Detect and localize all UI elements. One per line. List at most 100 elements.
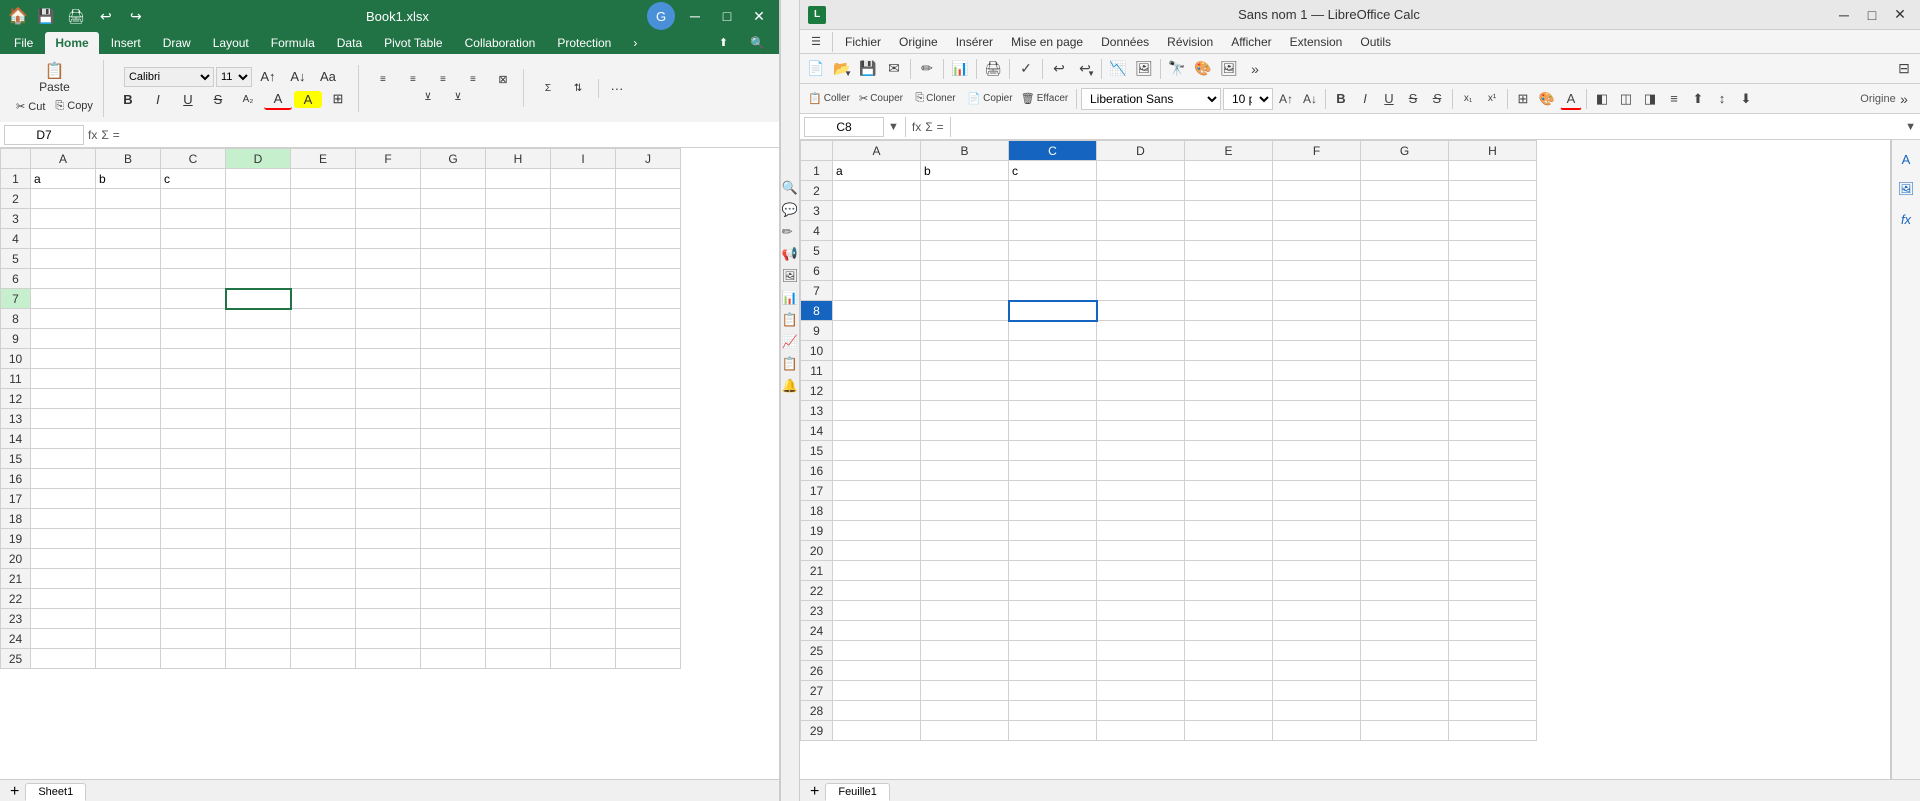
lo-sidebar-toggle-btn[interactable]: ⊟ (1892, 57, 1916, 81)
lo-cell-D12[interactable] (1097, 381, 1185, 401)
excel-cell-E20[interactable] (291, 549, 356, 569)
lo-cell-E23[interactable] (1185, 601, 1273, 621)
lo-cell-C17[interactable] (1009, 481, 1097, 501)
excel-cell-J22[interactable] (616, 589, 681, 609)
lo-cell-G29[interactable] (1361, 721, 1449, 741)
excel-cell-C1[interactable]: c (161, 169, 226, 189)
excel-col-J[interactable]: J (616, 149, 681, 169)
excel-cell-J8[interactable] (616, 309, 681, 329)
excel-cell-A5[interactable] (31, 249, 96, 269)
excel-cell-I22[interactable] (551, 589, 616, 609)
excel-cell-D19[interactable] (226, 529, 291, 549)
left-sidebar-icon7[interactable]: 📋 (782, 312, 799, 328)
lo-cell-G21[interactable] (1361, 561, 1449, 581)
excel-col-D[interactable]: D (226, 149, 291, 169)
lo-cell-F11[interactable] (1273, 361, 1361, 381)
lo-cell-G3[interactable] (1361, 201, 1449, 221)
lo-name-box-arrow[interactable]: ▼ (888, 121, 899, 133)
lo-cell-B21[interactable] (921, 561, 1009, 581)
lo-cell-H22[interactable] (1449, 581, 1537, 601)
excel-cell-D13[interactable] (226, 409, 291, 429)
lo-cell-C21[interactable] (1009, 561, 1097, 581)
lo-format-more-btn[interactable]: » (1892, 87, 1916, 111)
excel-cell-C3[interactable] (161, 209, 226, 229)
lo-col-A[interactable]: A (833, 141, 921, 161)
lo-cell-A18[interactable] (833, 501, 921, 521)
excel-underline-btn[interactable]: U (174, 90, 202, 109)
excel-cell-H10[interactable] (486, 349, 551, 369)
excel-cell-I7[interactable] (551, 289, 616, 309)
lo-cell-C14[interactable] (1009, 421, 1097, 441)
excel-cell-C4[interactable] (161, 229, 226, 249)
excel-add-sheet-btn[interactable]: + (4, 783, 25, 801)
excel-cell-C16[interactable] (161, 469, 226, 489)
lo-cell-E28[interactable] (1185, 701, 1273, 721)
lo-cell-D29[interactable] (1097, 721, 1185, 741)
lo-cell-G25[interactable] (1361, 641, 1449, 661)
excel-sort-btn[interactable]: ⇅ (564, 81, 592, 96)
excel-cell-J2[interactable] (616, 189, 681, 209)
lo-cell-A3[interactable] (833, 201, 921, 221)
lo-cell-C24[interactable] (1009, 621, 1097, 641)
excel-cell-A3[interactable] (31, 209, 96, 229)
excel-cell-A17[interactable] (31, 489, 96, 509)
excel-cell-B14[interactable] (96, 429, 161, 449)
excel-cell-I11[interactable] (551, 369, 616, 389)
excel-cell-F19[interactable] (356, 529, 421, 549)
lo-cell-H28[interactable] (1449, 701, 1537, 721)
excel-cell-J17[interactable] (616, 489, 681, 509)
lo-cell-E5[interactable] (1185, 241, 1273, 261)
excel-cell-H5[interactable] (486, 249, 551, 269)
excel-cell-G13[interactable] (421, 409, 486, 429)
lo-cell-F4[interactable] (1273, 221, 1361, 241)
lo-cell-B22[interactable] (921, 581, 1009, 601)
lo-cell-G17[interactable] (1361, 481, 1449, 501)
excel-cell-E18[interactable] (291, 509, 356, 529)
excel-maximize-btn[interactable]: □ (715, 4, 739, 28)
excel-cell-B22[interactable] (96, 589, 161, 609)
lo-cell-G9[interactable] (1361, 321, 1449, 341)
lo-cell-H4[interactable] (1449, 221, 1537, 241)
lo-cell-H8[interactable] (1449, 301, 1537, 321)
lo-maximize-btn[interactable]: □ (1860, 4, 1884, 26)
excel-cell-I24[interactable] (551, 629, 616, 649)
excel-cell-I2[interactable] (551, 189, 616, 209)
excel-cell-C18[interactable] (161, 509, 226, 529)
lo-cell-A14[interactable] (833, 421, 921, 441)
excel-cell-C8[interactable] (161, 309, 226, 329)
lo-menu-outils[interactable]: Outils (1352, 33, 1399, 51)
excel-formula-input[interactable] (124, 128, 775, 142)
lo-add-sheet-btn[interactable]: + (804, 783, 825, 801)
lo-cell-A22[interactable] (833, 581, 921, 601)
lo-cell-E21[interactable] (1185, 561, 1273, 581)
lo-cell-H14[interactable] (1449, 421, 1537, 441)
lo-cell-H11[interactable] (1449, 361, 1537, 381)
excel-align-justify-btn[interactable]: ≡ (459, 72, 487, 87)
excel-share-btn[interactable]: ⬆ (709, 32, 738, 54)
lo-cell-A4[interactable] (833, 221, 921, 241)
lo-spellcheck-btn[interactable]: ✓ (1014, 57, 1038, 81)
lo-cell-B4[interactable] (921, 221, 1009, 241)
lo-cell-C8[interactable] (1009, 301, 1097, 321)
excel-cell-C2[interactable] (161, 189, 226, 209)
excel-cell-J14[interactable] (616, 429, 681, 449)
excel-undo[interactable]: ↩ (94, 4, 118, 28)
excel-cell-E9[interactable] (291, 329, 356, 349)
excel-cell-A2[interactable] (31, 189, 96, 209)
lo-cell-E29[interactable] (1185, 721, 1273, 741)
excel-cell-C25[interactable] (161, 649, 226, 669)
excel-cell-H19[interactable] (486, 529, 551, 549)
lo-email-btn[interactable]: ✉ (882, 57, 906, 81)
lo-menu-inserer[interactable]: Insérer (948, 33, 1001, 51)
lo-cell-H3[interactable] (1449, 201, 1537, 221)
lo-cell-F18[interactable] (1273, 501, 1361, 521)
left-sidebar-icon5[interactable]: 🖼 (782, 268, 799, 284)
lo-cell-D8[interactable] (1097, 301, 1185, 321)
lo-cell-A23[interactable] (833, 601, 921, 621)
lo-cell-E10[interactable] (1185, 341, 1273, 361)
lo-cell-C19[interactable] (1009, 521, 1097, 541)
excel-cell-E16[interactable] (291, 469, 356, 489)
lo-cell-E13[interactable] (1185, 401, 1273, 421)
excel-cell-D17[interactable] (226, 489, 291, 509)
lo-cell-A15[interactable] (833, 441, 921, 461)
